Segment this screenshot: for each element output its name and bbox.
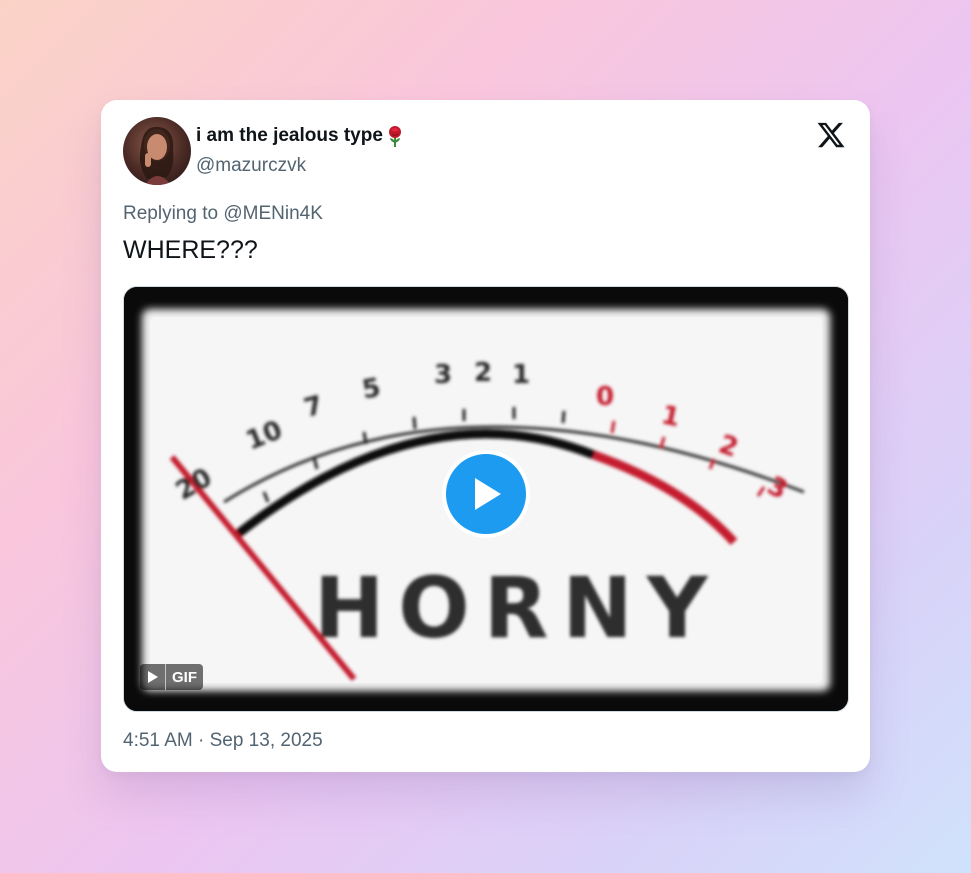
x-logo-icon[interactable] (816, 120, 846, 150)
tweet-text: WHERE??? (123, 236, 258, 264)
avatar[interactable] (123, 117, 191, 185)
small-play-icon (140, 664, 166, 690)
tweet-card: i am the jealous type @mazurczvk Replyin… (101, 100, 870, 772)
play-button[interactable] (442, 450, 530, 538)
gif-label: GIF (172, 668, 197, 686)
user-handle[interactable]: @mazurczvk (196, 155, 306, 177)
gif-text: HORNY (314, 559, 722, 657)
svg-text:2: 2 (474, 358, 492, 388)
svg-text:1: 1 (512, 360, 530, 390)
gif-badge: GIF (140, 664, 203, 690)
svg-text:0: 0 (596, 382, 614, 412)
tweet-timestamp[interactable]: 4:51 AM · Sep 13, 2025 (123, 730, 323, 752)
reply-mention-link[interactable]: @MENin4K (223, 203, 323, 224)
replying-prefix: Replying to (123, 203, 224, 224)
play-icon (475, 478, 501, 510)
avatar-image (139, 126, 174, 185)
svg-text:3: 3 (434, 360, 452, 390)
gif-media[interactable]: 20 10 7 5 3 2 1 0 1 2 3 HORNY GIF (123, 286, 849, 712)
replying-to: Replying to @MENin4K (123, 203, 323, 225)
display-name[interactable]: i am the jealous type (196, 124, 405, 148)
rose-emoji-icon (388, 126, 401, 147)
display-name-text: i am the jealous type (196, 125, 383, 146)
